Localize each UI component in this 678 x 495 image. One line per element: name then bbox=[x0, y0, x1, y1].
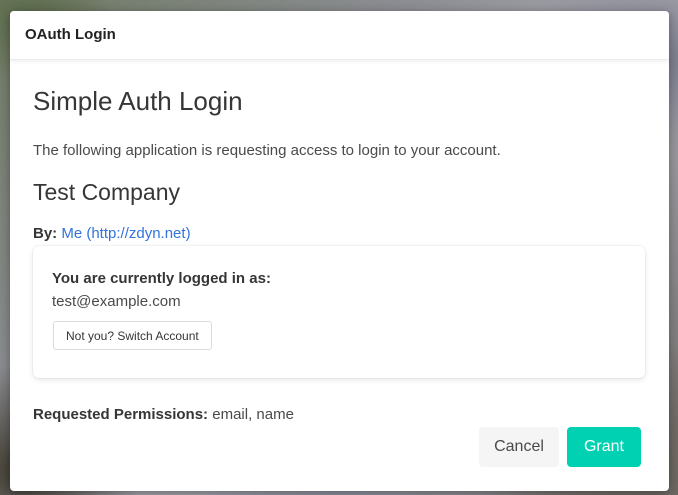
author-link[interactable]: Me (http://zdyn.net) bbox=[61, 225, 190, 242]
grant-button[interactable]: Grant bbox=[567, 427, 641, 467]
logged-in-label: You are currently logged in as: bbox=[52, 270, 271, 287]
requested-permissions: Requested Permissions: email, name bbox=[33, 406, 294, 423]
page-title: Simple Auth Login bbox=[33, 86, 243, 116]
permissions-value: email, name bbox=[212, 406, 294, 423]
logged-in-email: test@example.com bbox=[52, 293, 181, 310]
oauth-login-modal: OAuth Login Simple Auth Login The follow… bbox=[10, 11, 669, 491]
modal-header: OAuth Login bbox=[10, 11, 669, 60]
application-name: Test Company bbox=[33, 179, 181, 205]
cancel-button[interactable]: Cancel bbox=[479, 427, 559, 467]
application-author: By: Me (http://zdyn.net) bbox=[33, 225, 191, 242]
permissions-label: Requested Permissions: bbox=[33, 406, 213, 423]
current-account-card: You are currently logged in as: test@exa… bbox=[33, 246, 645, 378]
by-label: By: bbox=[33, 225, 62, 242]
switch-account-button[interactable]: Not you? Switch Account bbox=[53, 321, 212, 350]
modal-title: OAuth Login bbox=[25, 26, 116, 43]
intro-text: The following application is requesting … bbox=[33, 142, 501, 159]
